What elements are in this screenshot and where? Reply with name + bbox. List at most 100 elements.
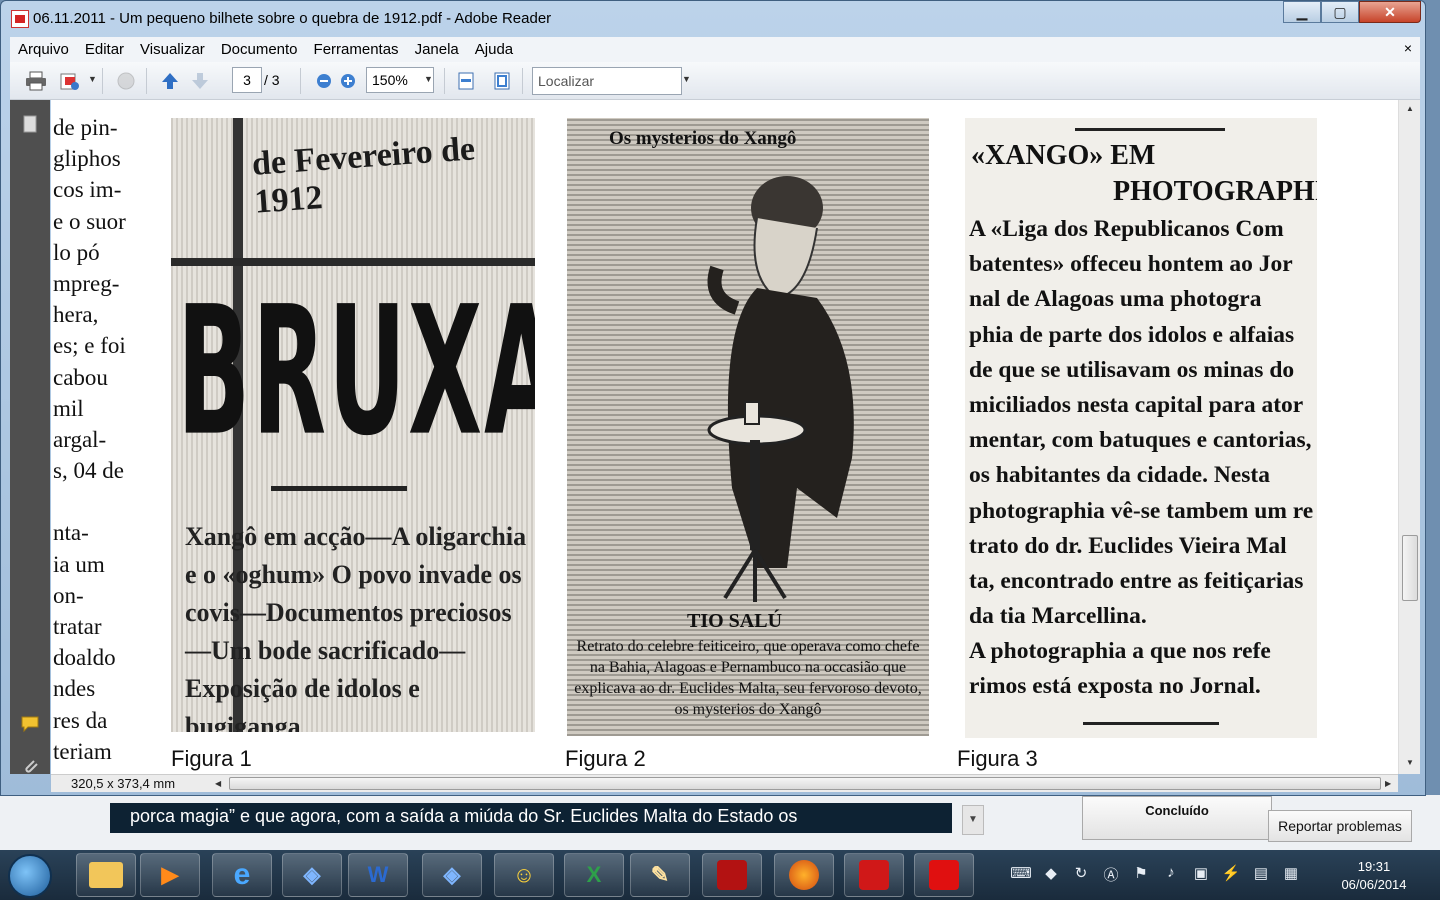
menu-arquivo[interactable]: Arquivo [10,41,77,58]
menu-ajuda[interactable]: Ajuda [467,41,521,58]
system-tray: ⌨ ◆ ↻ Ⓐ ⚑ ♪ ▣ ⚡ ▤ ▦ [1010,864,1302,886]
fit-width-icon[interactable] [454,69,478,93]
zoom-dropdown-icon[interactable]: ▼ [424,74,433,84]
figure-1-underline [271,486,407,491]
page-number-input[interactable]: 3 [232,67,262,93]
search-input[interactable]: Localizar [532,67,682,95]
figure-3-line: miciliados nesta capital para ator [969,391,1304,418]
menu-documento[interactable]: Documento [213,41,306,58]
text-line: res da [53,707,108,733]
avira-icon[interactable] [914,853,974,897]
keyboard-icon[interactable]: ⌨ [1010,864,1032,886]
power-icon[interactable]: ⚡ [1220,864,1242,886]
text-line: ndes [53,676,96,702]
minimize-button[interactable]: ▁ [1283,1,1321,23]
figure-2-header: Os mysterios do Xangô [609,128,797,149]
network-icon[interactable]: ▣ [1190,864,1212,886]
background-scroll-down[interactable]: ▼ [962,805,984,835]
figure-3-body: A «Liga dos Republicanos Com batentes» o… [969,212,1313,705]
left-text-column: de pin- gliphos cos im- e o suor lo pó m… [53,112,143,767]
figure-2-name: TIO SALÚ [687,610,783,632]
menu-editar[interactable]: Editar [77,41,132,58]
text-line: cabou [53,364,108,390]
menu-visualizar[interactable]: Visualizar [132,41,213,58]
figure-2-image: Os mysterios do Xangô TIO SALÚ Retrato d… [567,118,929,736]
pdf-file-icon [11,10,29,28]
figure-3-line: batentes» offeceu hontem ao Jor [969,251,1293,278]
vertical-scroll-thumb[interactable] [1402,535,1418,601]
print-icon[interactable] [24,69,48,93]
text-line: doaldo [53,645,116,671]
comment-icon[interactable] [114,69,138,93]
paint-icon[interactable]: ✎ [630,853,690,897]
reportar-problemas-button[interactable]: Reportar problemas [1268,810,1412,842]
figure-3-line: photographia vê-se tambem um re [969,497,1314,524]
next-page-icon[interactable] [188,69,212,93]
text-line: e o suor [53,208,126,234]
word-icon[interactable]: W [348,853,408,897]
toolbar-separator [300,68,301,94]
document-close-icon[interactable]: × [1404,40,1412,56]
figure-3-line: A «Liga dos Republicanos Com [969,216,1284,242]
menu-ferramentas[interactable]: Ferramentas [306,41,407,58]
pages-panel-icon[interactable] [20,114,40,134]
concluido-button[interactable]: Concluído [1082,796,1272,840]
background-text-line: porca magia” e que agora, com a saída a … [110,803,952,833]
ie-icon[interactable]: e [212,853,272,897]
virtualbox-icon[interactable]: ◈ [282,853,342,897]
figure-3-line: nal de Alagoas uma photogra [969,286,1262,313]
toolbar-separator [102,68,103,94]
toolbar: ▼ 3 / 3 150% ▼ Localizar ▼ [10,62,1420,100]
start-button[interactable] [8,854,52,898]
figure-2-caption: Figura 2 [565,746,646,771]
share-icon[interactable] [58,69,82,93]
figure-3-line: trato do dr. Euclides Vieira Mal [969,532,1287,559]
flag-icon[interactable]: ⚑ [1130,864,1152,886]
clock-time: 19:31 [1357,859,1391,874]
close-button[interactable]: ✕ [1359,1,1421,23]
figure-2-portrait [707,176,854,602]
attachments-panel-icon[interactable] [20,756,40,776]
adobe-tray-icon[interactable]: Ⓐ [1100,864,1122,886]
share-dropdown-icon[interactable]: ▼ [88,74,97,84]
sync-icon[interactable]: ↻ [1070,864,1092,886]
dropbox-icon[interactable]: ◆ [1040,864,1062,886]
zoom-out-icon[interactable] [312,69,336,93]
firefox-icon[interactable] [774,853,834,897]
folder-icon[interactable] [76,853,136,897]
figure-1-subtext: Xangô em acção—A oligarchia e o «oghum» … [185,522,527,732]
excel-icon[interactable]: X [564,853,624,897]
maximize-button[interactable]: ▢ [1321,1,1359,23]
scroll-right-icon[interactable]: ▶ [1385,779,1391,788]
volume-icon[interactable]: ♪ [1160,864,1182,886]
figure-3-bottom-rule [1083,722,1219,725]
figure-1-date: de Fevereiro de 1912 [250,130,477,221]
reader-window: 06.11.2011 - Um pequeno bilhete sobre o … [0,0,1426,796]
text-line: ia um [53,551,105,577]
messenger-icon[interactable]: ☺ [494,853,554,897]
text-line [53,486,143,517]
adobe-reader-icon[interactable] [844,853,904,897]
vertical-scrollbar[interactable]: ▲ ▼ [1398,100,1420,774]
virtualbox2-icon[interactable]: ◈ [422,853,482,897]
tray-app-icon[interactable]: ▤ [1250,864,1272,886]
media-player-icon[interactable]: ▶ [140,853,200,897]
fit-page-icon[interactable] [490,69,514,93]
figure-3-line: da tia Marcellina. [969,603,1147,630]
figure-3-line: de que se utilisavam os minas do [969,356,1295,383]
scroll-left-icon[interactable]: ◀ [215,779,221,788]
display-icon[interactable]: ▦ [1280,864,1302,886]
figure-3-caption: Figura 3 [957,746,1038,771]
scroll-up-icon[interactable]: ▲ [1406,104,1414,113]
menu-bar: Arquivo Editar Visualizar Documento Ferr… [10,37,1420,62]
horizontal-scroll-thumb[interactable] [229,777,1381,790]
comments-panel-icon[interactable] [20,714,40,734]
scroll-down-icon[interactable]: ▼ [1406,758,1414,767]
zoom-in-icon[interactable] [336,69,360,93]
search-dropdown-icon[interactable]: ▼ [682,74,691,84]
text-line: teriam [53,738,112,764]
acrobat-pro-icon[interactable] [702,853,762,897]
prev-page-icon[interactable] [158,69,182,93]
menu-janela[interactable]: Janela [407,41,467,58]
clock[interactable]: 19:31 06/06/2014 [1332,858,1416,894]
